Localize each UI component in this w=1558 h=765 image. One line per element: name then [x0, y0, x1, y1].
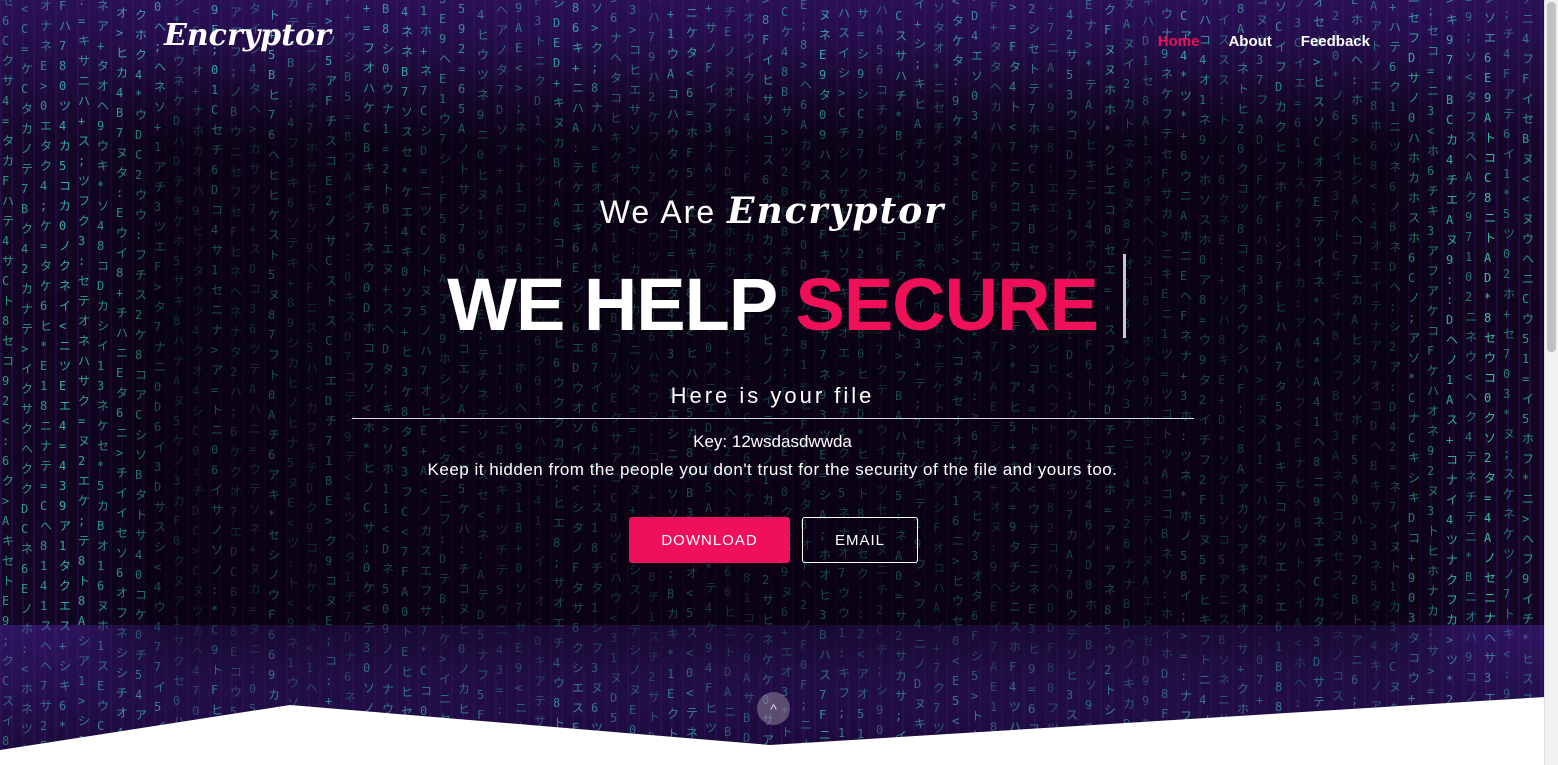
hero-pretitle-brand: Encryptor: [727, 190, 946, 232]
key-line: Key: 12wsdasdwwda: [0, 432, 1545, 452]
main-nav: Home About Feedback: [1158, 33, 1370, 50]
chevron-up-icon: ^: [770, 700, 777, 717]
email-button[interactable]: EMAIL: [802, 517, 918, 563]
nav-item-about[interactable]: About: [1228, 33, 1271, 50]
site-logo[interactable]: Encryptor: [164, 18, 331, 53]
key-label: Key:: [693, 432, 728, 451]
result-divider: [352, 418, 1194, 419]
key-value: 12wsdasdwwda: [731, 432, 852, 451]
hero-headline: WE HELP SECURE: [0, 262, 1545, 347]
page-scrollbar[interactable]: [1544, 0, 1558, 765]
nav-item-home[interactable]: Home: [1158, 33, 1200, 50]
headline-accent: SECURE: [795, 263, 1098, 346]
nav-item-feedback[interactable]: Feedback: [1301, 33, 1370, 50]
hero-pretitle: We Are Encryptor: [0, 190, 1545, 232]
security-warning: Keep it hidden from the people you don't…: [427, 460, 1118, 479]
typing-cursor: [1123, 254, 1126, 338]
download-button[interactable]: DOWNLOAD: [629, 517, 790, 563]
hero-pretitle-text: We Are: [599, 194, 717, 230]
scrollbar-thumb[interactable]: [1547, 2, 1556, 352]
file-result-title: Here is your file: [670, 383, 875, 408]
headline-main: WE HELP: [447, 263, 777, 346]
scroll-to-top-button[interactable]: ^: [757, 692, 790, 725]
